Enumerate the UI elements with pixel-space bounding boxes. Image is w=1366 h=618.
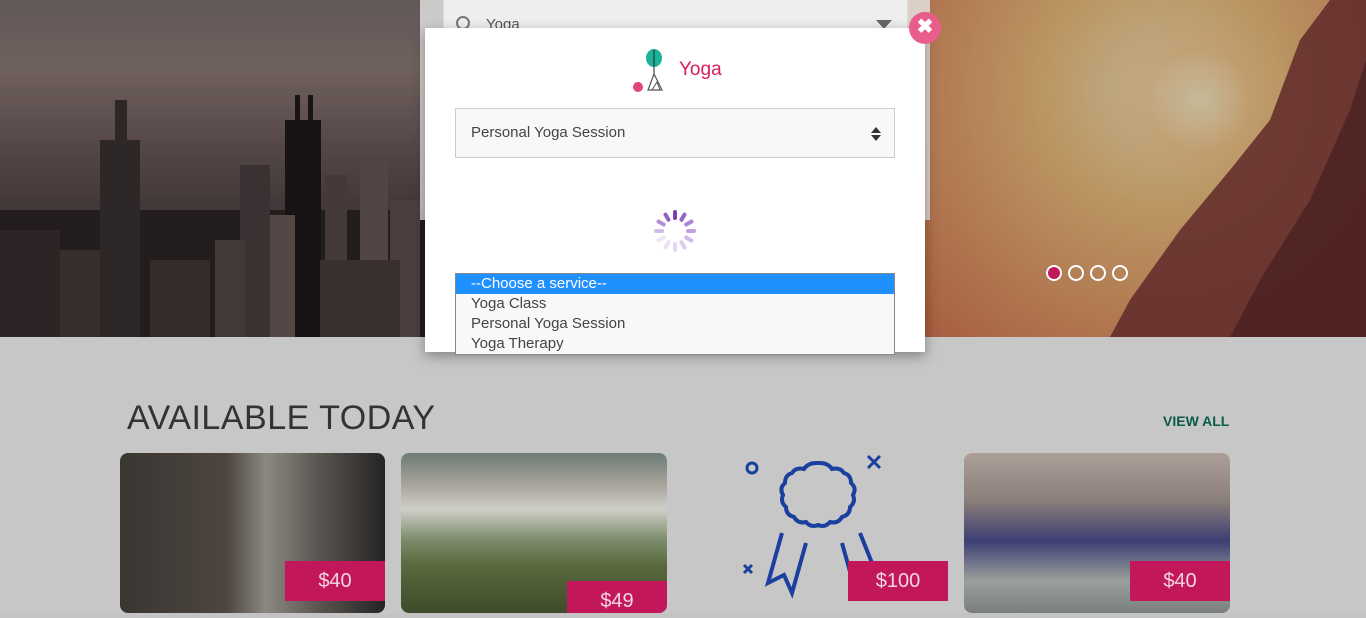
service-card-1[interactable]: $40 [120,453,385,613]
price-badge: $100 [848,561,948,601]
service-select[interactable]: Personal Yoga Session [455,108,895,158]
price-badge: $49 [567,581,667,613]
service-card-3[interactable]: $100 [720,453,948,613]
price-badge: $40 [285,561,385,601]
carousel-dot-3[interactable] [1090,265,1106,281]
carousel-dot-2[interactable] [1068,265,1084,281]
select-arrows-icon [871,127,881,141]
price-badge: $40 [1130,561,1230,601]
carousel-dots [1046,265,1128,281]
service-options-list[interactable]: --Choose a service-- Yoga Class Personal… [455,273,895,355]
yoga-logo-icon [633,49,663,92]
section-title: AVAILABLE TODAY [127,399,436,437]
service-card-2[interactable]: $49 [401,453,667,613]
carousel-dot-1[interactable] [1046,265,1062,281]
selected-service: Personal Yoga Session [471,124,626,141]
close-icon[interactable]: ✖ [909,12,941,44]
service-card-4[interactable]: $40 [964,453,1230,613]
view-all-link[interactable]: VIEW ALL [1163,413,1229,429]
loading-spinner-icon [654,210,696,252]
modal-title: Yoga [679,59,722,80]
service-modal: Yoga Personal Yoga Session --Choose a se… [425,28,925,355]
carousel-dot-4[interactable] [1112,265,1128,281]
option-yoga-class[interactable]: Yoga Class [456,294,894,314]
option-yoga-therapy[interactable]: Yoga Therapy [456,334,894,354]
option-choose-service[interactable]: --Choose a service-- [456,274,894,294]
option-personal-yoga-session[interactable]: Personal Yoga Session [456,314,894,334]
